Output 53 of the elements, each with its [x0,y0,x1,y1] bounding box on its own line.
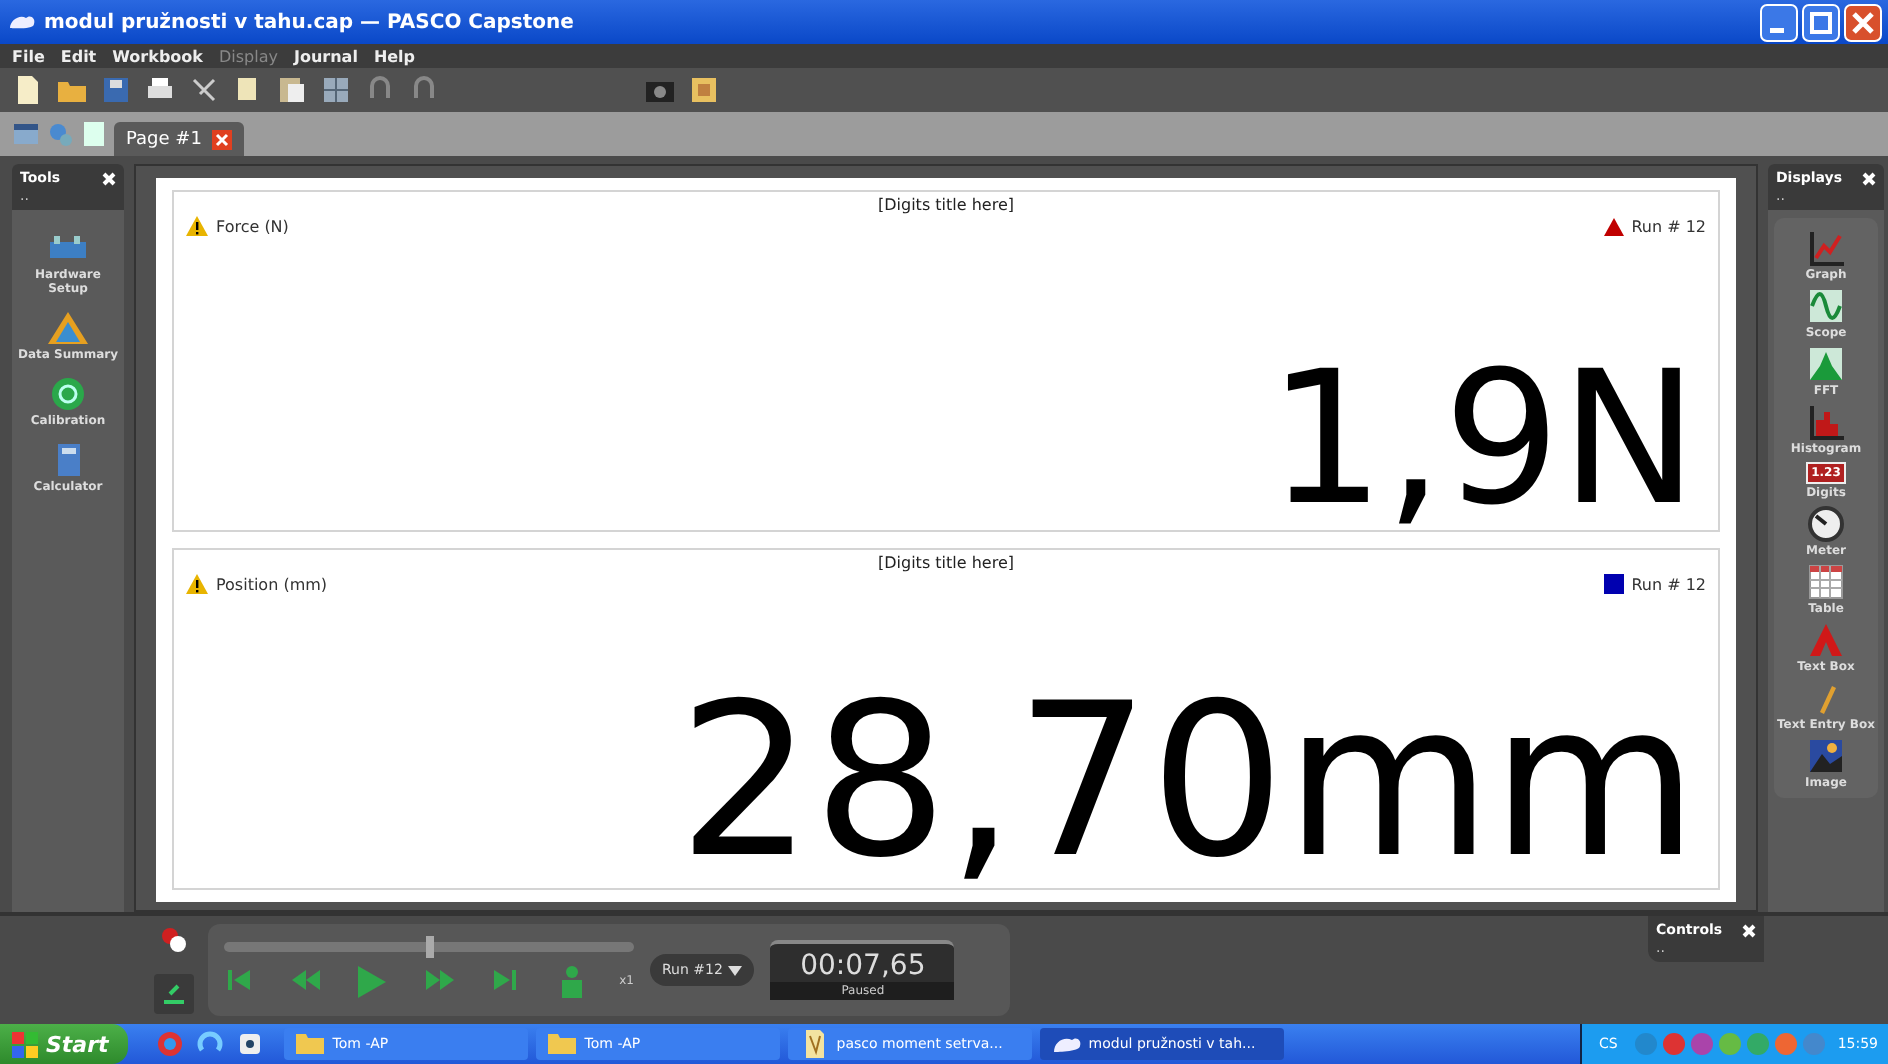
menu-item[interactable]: Workbook [112,47,203,65]
graph-icon[interactable] [1804,230,1848,266]
window-title: modul pružnosti v tahu.cap — PASCO Capstone [44,11,576,33]
grid-icon[interactable] [320,74,352,106]
window-icon[interactable] [12,120,40,148]
time-readout: 00:07,65 [800,950,926,982]
page-icon[interactable] [80,120,108,148]
close-icon[interactable] [211,129,232,149]
digits-value: 1,9N [1267,351,1700,526]
display-title: [Digits title here] [876,554,1016,572]
close-icon[interactable] [1862,171,1876,185]
save-icon[interactable] [100,74,132,106]
close-button[interactable] [1844,3,1882,41]
slider-thumb[interactable] [425,935,433,957]
new-file-icon[interactable] [12,74,44,106]
play-icon[interactable] [354,963,391,999]
caret-icon [728,965,743,975]
keep-button[interactable] [154,974,194,1014]
run-label: Run # 12 [1631,217,1706,235]
folder-icon [294,1028,327,1060]
close-icon[interactable] [1742,923,1756,937]
start-button[interactable]: Start [0,1024,129,1064]
menu-item[interactable]: File [12,47,45,65]
app-logo-icon [8,10,36,34]
page-tab[interactable]: Page #1 [114,122,244,156]
paste-icon[interactable] [276,74,308,106]
table-icon[interactable] [1804,564,1848,600]
windows-logo-icon [12,1031,38,1057]
run-label: Run # 12 [1631,575,1706,593]
maximize-button[interactable] [1802,3,1840,41]
histogram-icon[interactable] [1804,404,1848,440]
target-icon[interactable] [46,376,90,412]
warning-icon [186,574,208,594]
close-icon[interactable] [102,171,116,185]
menu-item[interactable]: Journal [293,47,358,65]
landscape-icon[interactable] [1804,738,1848,774]
picture-frame-icon[interactable] [688,74,720,106]
tray-icon[interactable] [1661,1032,1686,1056]
record-icon[interactable] [160,926,188,954]
triangle-icon[interactable] [46,310,90,346]
wave-icon[interactable] [1804,288,1848,324]
digits-value: 28,70mm [678,682,1700,884]
menu-item[interactable]: Help [373,47,416,65]
display-title: [Digits title here] [876,196,1016,214]
measurement-label: Position (mm) [216,575,328,593]
spectrum-icon[interactable] [1804,346,1848,382]
minimize-button[interactable] [1760,3,1798,41]
folder-icon [546,1028,579,1060]
menu-item[interactable]: Edit [60,47,97,65]
gauge-icon[interactable] [1804,506,1848,542]
measurement-label: Force (N) [216,217,289,235]
scissors-icon[interactable] [188,74,220,106]
warning-icon [186,216,208,236]
